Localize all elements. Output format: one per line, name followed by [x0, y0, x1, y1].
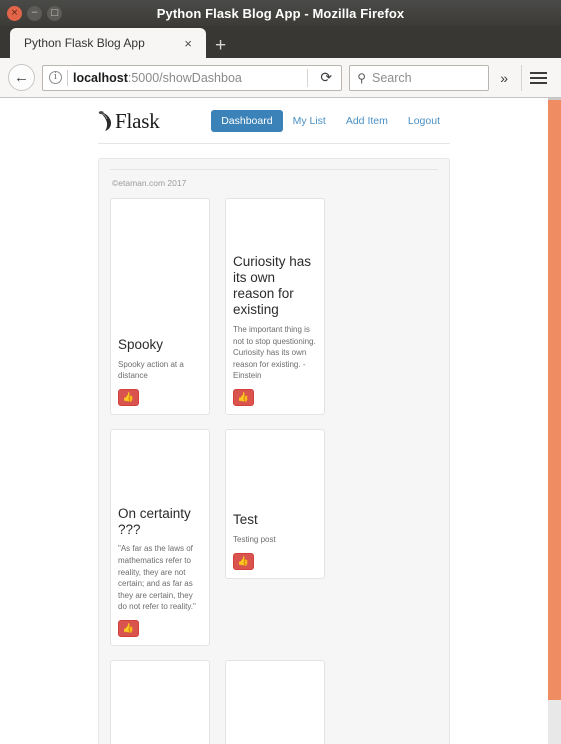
- page-scrollbar-thumb[interactable]: [548, 98, 561, 700]
- window-close-button[interactable]: ×: [7, 5, 22, 21]
- hamburger-line: [530, 81, 547, 84]
- url-input[interactable]: localhost:5000/showDashboa: [73, 71, 302, 85]
- main-navigation: Dashboard My List Add Item Logout: [211, 110, 450, 132]
- dashboard-panel: ©etaman.com 2017 Spooky Spooky action at…: [98, 158, 450, 744]
- window-maximize-button[interactable]: □: [47, 5, 62, 21]
- window-controls: × − □: [0, 5, 62, 21]
- copyright-text: ©etaman.com 2017: [112, 178, 187, 188]
- nav-item-dashboard[interactable]: Dashboard: [211, 110, 283, 132]
- post-body: Testing post: [233, 535, 276, 545]
- browser-window: × − □ Python Flask Blog App - Mozilla Fi…: [0, 0, 561, 744]
- search-bar[interactable]: ⚲ Search: [349, 64, 490, 91]
- post-title: Spooky: [118, 336, 164, 352]
- search-input-placeholder[interactable]: Search: [372, 71, 412, 85]
- post-card[interactable]: Curiosity has its own reason for existin…: [225, 198, 325, 415]
- post-card-grid: Spooky Spooky action at a distance 👍 Cur…: [110, 198, 438, 744]
- brand-name: Flask: [115, 108, 160, 133]
- nav-item-logout[interactable]: Logout: [398, 110, 450, 132]
- tab-bar: Python Flask Blog App × +: [0, 26, 561, 58]
- page-content: Flask Dashboard My List Add Item Logout …: [0, 98, 548, 744]
- like-button[interactable]: 👍: [233, 389, 254, 406]
- search-icon: ⚲: [357, 70, 366, 85]
- hamburger-menu-icon[interactable]: [521, 64, 553, 91]
- url-divider: [67, 69, 68, 86]
- nav-item-add-item[interactable]: Add Item: [336, 110, 398, 132]
- reload-icon[interactable]: ⟳: [313, 66, 339, 90]
- tab-close-icon[interactable]: ×: [180, 37, 196, 50]
- post-title: On certainty ???: [118, 505, 191, 537]
- url-path: :5000/showDashboa: [127, 70, 242, 85]
- browser-toolbar: ← i localhost:5000/showDashboa ⟳ ⚲ Searc…: [0, 58, 561, 98]
- window-minimize-button[interactable]: −: [27, 5, 42, 21]
- post-card[interactable]: test 3 test 3 👍: [225, 660, 325, 744]
- hamburger-line: [530, 71, 547, 74]
- window-title: Python Flask Blog App - Mozilla Firefox: [156, 5, 405, 21]
- post-body: The important thing is not to stop quest…: [233, 325, 316, 381]
- address-bar[interactable]: i localhost:5000/showDashboa ⟳: [42, 64, 343, 91]
- tab-label: Python Flask Blog App: [24, 36, 145, 50]
- window-titlebar: × − □ Python Flask Blog App - Mozilla Fi…: [0, 0, 561, 26]
- page-viewport: Flask Dashboard My List Add Item Logout …: [0, 98, 561, 744]
- post-card[interactable]: test 2 test 2 👍: [110, 660, 210, 744]
- flask-horn-icon: [98, 111, 112, 131]
- brand-logo[interactable]: Flask: [98, 109, 160, 134]
- nav-item-my-list[interactable]: My List: [283, 110, 336, 132]
- back-arrow-icon[interactable]: ←: [8, 64, 35, 91]
- hamburger-line: [530, 76, 547, 79]
- post-title: Test: [233, 512, 258, 528]
- post-card[interactable]: Spooky Spooky action at a distance 👍: [110, 198, 210, 415]
- post-card[interactable]: On certainty ??? "As far as the laws of …: [110, 429, 210, 646]
- overflow-chevron-icon[interactable]: »: [496, 70, 512, 86]
- reload-divider: [307, 68, 309, 87]
- post-card[interactable]: Test Testing post 👍: [225, 429, 325, 579]
- new-tab-button[interactable]: +: [206, 36, 235, 58]
- like-button[interactable]: 👍: [233, 553, 254, 570]
- site-header: Flask Dashboard My List Add Item Logout: [98, 98, 450, 144]
- panel-divider: [110, 169, 438, 170]
- like-button[interactable]: 👍: [118, 389, 139, 406]
- post-body: "As far as the laws of mathematics refer…: [118, 544, 196, 612]
- url-host: localhost: [73, 70, 128, 85]
- post-title: Curiosity has its own reason for existin…: [233, 254, 312, 318]
- site-info-icon[interactable]: i: [49, 71, 62, 84]
- post-body: Spooky action at a distance: [118, 359, 184, 381]
- browser-tab[interactable]: Python Flask Blog App ×: [10, 28, 206, 58]
- scrollbar-top-edge: [548, 98, 561, 100]
- like-button[interactable]: 👍: [118, 620, 139, 637]
